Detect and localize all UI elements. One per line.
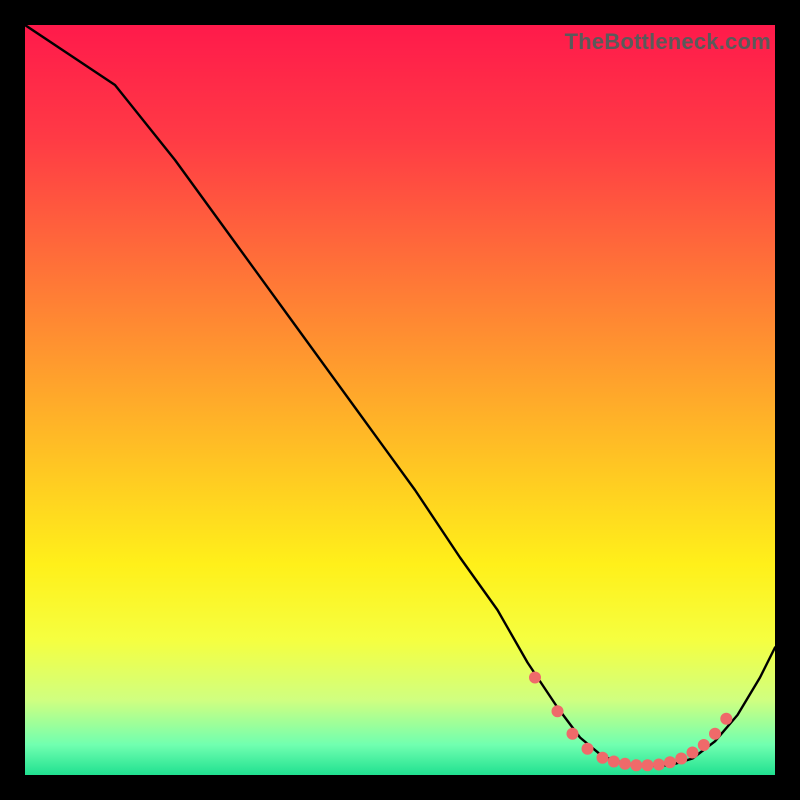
curve-marker <box>653 759 665 771</box>
curve-marker <box>597 752 609 764</box>
curve-marker <box>552 705 564 717</box>
curve-marker <box>582 743 594 755</box>
watermark-text: TheBottleneck.com <box>565 29 771 55</box>
chart-frame: TheBottleneck.com <box>25 25 775 775</box>
curve-marker <box>567 728 579 740</box>
gradient-background <box>25 25 775 775</box>
curve-marker <box>664 756 676 768</box>
curve-marker <box>619 758 631 770</box>
curve-marker <box>709 728 721 740</box>
curve-marker <box>529 672 541 684</box>
curve-marker <box>687 747 699 759</box>
curve-marker <box>630 759 642 771</box>
curve-marker <box>642 759 654 771</box>
curve-marker <box>720 713 732 725</box>
chart-svg <box>25 25 775 775</box>
curve-marker <box>698 739 710 751</box>
curve-marker <box>675 753 687 765</box>
curve-marker <box>608 756 620 768</box>
